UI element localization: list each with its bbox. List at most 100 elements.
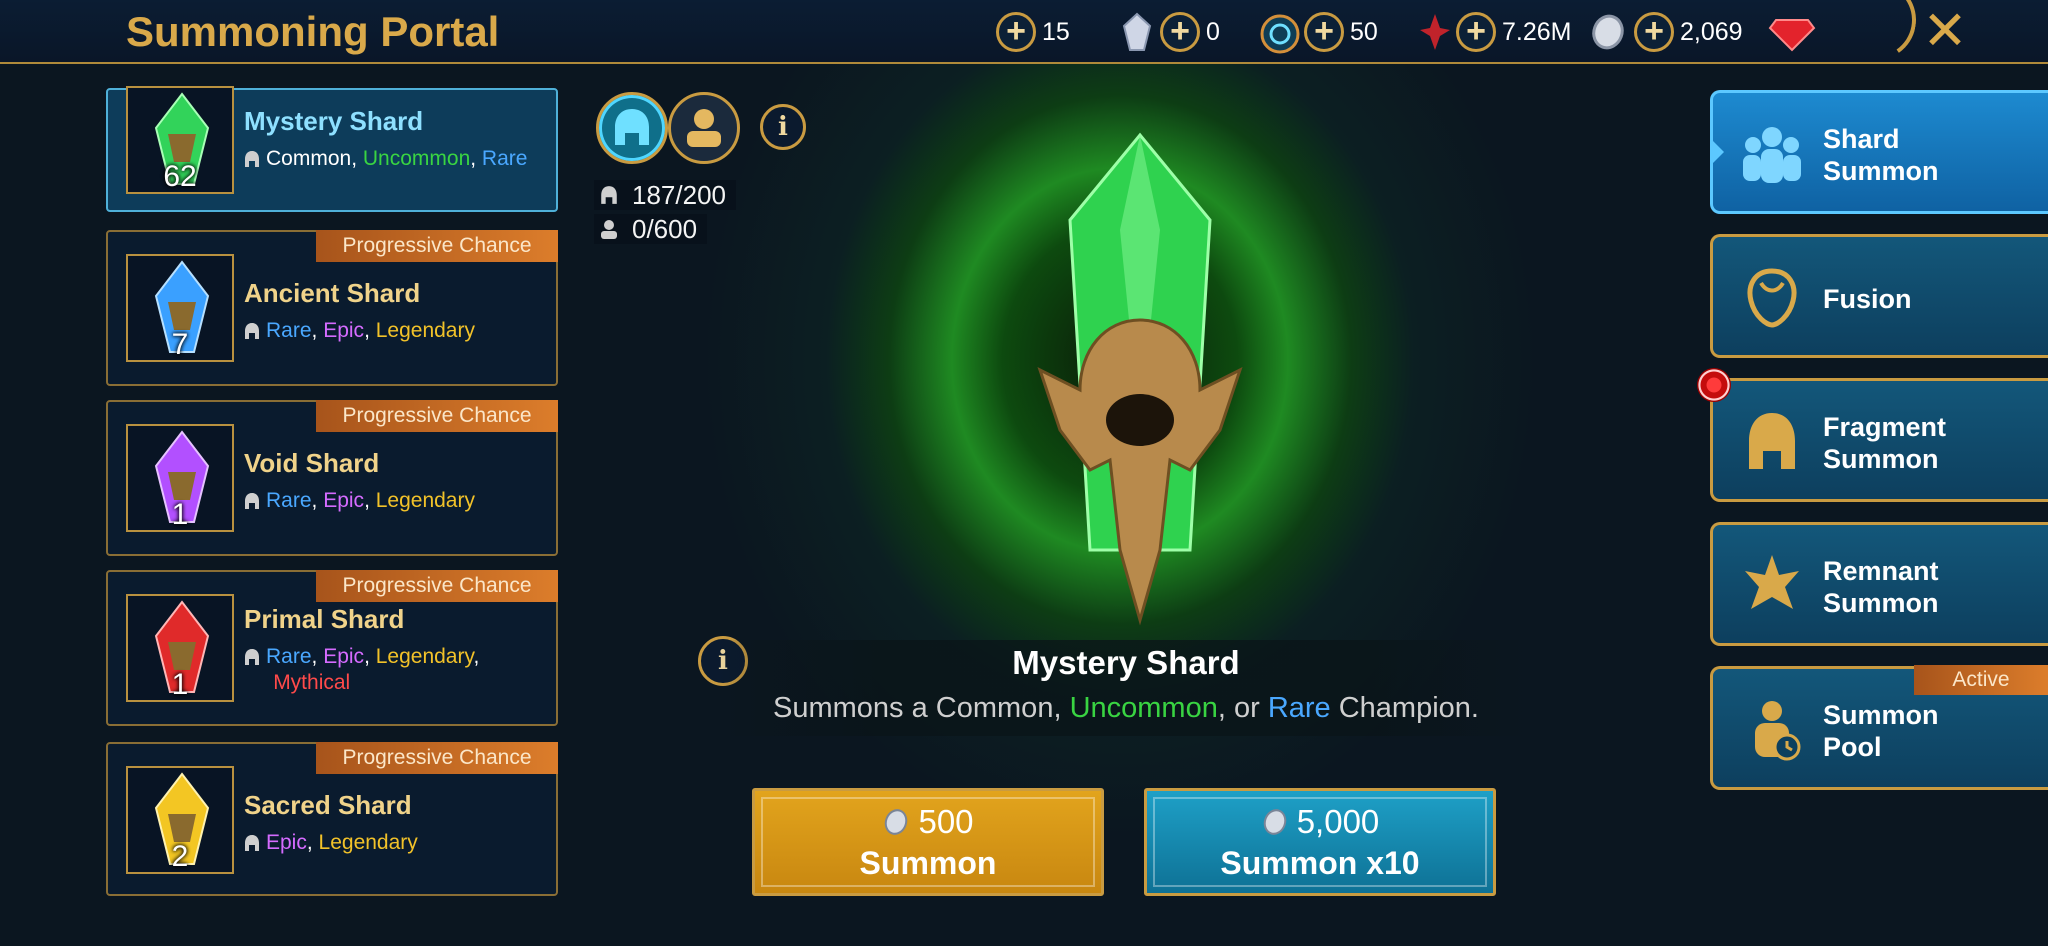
- menu-label-line2: Pool: [1823, 732, 1882, 762]
- rarity-legendary: Legendary: [375, 645, 474, 668]
- champion-helm-icon: [245, 323, 259, 339]
- desc-rare: Rare: [1267, 692, 1331, 724]
- summon-x10-label: Summon x10: [1220, 845, 1420, 881]
- portal-icon: [1260, 14, 1300, 54]
- add-currency-button[interactable]: +: [1304, 12, 1344, 52]
- champion-helm-icon: [245, 151, 259, 167]
- summon-cost-value: 500: [918, 803, 974, 840]
- summon-pool-icon: [1755, 701, 1801, 761]
- user-download-icon: [687, 109, 721, 147]
- shard-count: 2: [171, 840, 189, 873]
- rarity-legendary: Legendary: [375, 319, 475, 342]
- shard-rarities: Rare, Epic, Legendary: [244, 318, 544, 344]
- info-button[interactable]: i: [760, 104, 806, 150]
- rarity-legendary: Legendary: [375, 489, 475, 512]
- menu-label-line1: Fragment: [1823, 412, 1947, 442]
- menu-fragment-summon[interactable]: Fragment Summon: [1710, 378, 2048, 502]
- menu-summon-pool[interactable]: Active Summon Pool: [1710, 665, 2048, 790]
- currency-value: 0: [1206, 17, 1220, 46]
- shard-thumbnail: 1: [126, 424, 234, 532]
- add-currency-button[interactable]: +: [1456, 12, 1496, 52]
- corner-ornament: [1829, 0, 1923, 67]
- menu-shard-summon[interactable]: Shard Summon: [1710, 90, 2048, 214]
- menu-fusion[interactable]: Fusion: [1710, 234, 2048, 358]
- menu-label-line1: Fusion: [1823, 284, 1912, 314]
- shard-title: Mystery Shard: [1012, 644, 1240, 681]
- champion-mode-toggle[interactable]: [596, 92, 668, 164]
- mystery-shard-crystal-icon: [1037, 132, 1243, 626]
- shard-thumbnail: 2: [126, 766, 234, 874]
- shard-thumbnail: 7: [126, 254, 234, 362]
- fusion-icon: [1747, 268, 1797, 328]
- currency-value: 7.26M: [1502, 17, 1572, 46]
- currency-value: 50: [1350, 17, 1378, 46]
- menu-label: Shard Summon: [1823, 123, 1939, 187]
- menu-label-line1: Remnant: [1823, 556, 1939, 586]
- progressive-chance-badge: Progressive Chance: [316, 400, 558, 432]
- champion-counter: 187/200: [594, 180, 736, 210]
- shard-rarities: Common, Uncommon, Rare: [244, 146, 544, 172]
- summon-button[interactable]: 500 Summon: [752, 788, 1104, 896]
- menu-label-line2: Summon: [1823, 588, 1939, 618]
- add-currency-button[interactable]: +: [1634, 12, 1674, 52]
- rarity-rare: Rare: [266, 319, 312, 342]
- shard-name: Sacred Shard: [244, 790, 412, 820]
- rarity-epic: Epic: [266, 831, 307, 854]
- shard-thumbnail: 1: [126, 594, 234, 702]
- remnant-icon: [1745, 555, 1799, 609]
- currency-energy: + 0: [1160, 10, 1300, 54]
- champion-helm-icon: [245, 649, 259, 665]
- shard-name: Ancient Shard: [244, 278, 421, 308]
- hero-count: 0/600: [632, 213, 698, 244]
- menu-label-line2: Summon: [1823, 156, 1939, 186]
- shard-name: Primal Shard: [244, 604, 405, 634]
- silver-coin-icon: [1263, 809, 1286, 835]
- rarity-epic: Epic: [323, 319, 365, 342]
- shard-card-primal[interactable]: Progressive Chance 1 Primal Shard Rare, …: [106, 570, 558, 726]
- currency-gems: + 2,069: [1634, 10, 1816, 54]
- progressive-chance-badge: Progressive Chance: [316, 570, 558, 602]
- shard-description-panel: Mystery Shard Summons a Common, Uncommon…: [716, 640, 1536, 736]
- shard-rarities: Epic, Legendary: [244, 830, 544, 856]
- rarity-mythical: Mythical: [273, 671, 351, 694]
- shard-card-ancient[interactable]: Progressive Chance 7 Ancient Shard Rare,…: [106, 230, 558, 386]
- rarity-legendary: Legendary: [318, 831, 418, 854]
- rarity-rare: Rare: [266, 489, 312, 512]
- champions-icon: [1743, 127, 1801, 183]
- desc-mid: , or: [1217, 692, 1268, 724]
- summon-cost: 500: [755, 803, 1101, 841]
- shard-card-sacred[interactable]: Progressive Chance 2 Sacred Shard Epic, …: [106, 742, 558, 896]
- menu-label: Remnant Summon: [1823, 555, 1939, 619]
- currency-tokens: + 50: [1304, 10, 1450, 54]
- menu-label: Fragment Summon: [1823, 411, 1946, 475]
- crystal-icon: [1122, 12, 1152, 51]
- add-currency-button[interactable]: +: [1160, 12, 1200, 52]
- desc-suffix: Champion.: [1330, 692, 1479, 724]
- menu-label-line1: Shard: [1823, 124, 1900, 154]
- summon-x10-cost: 5,000: [1147, 803, 1493, 841]
- top-bar: Summoning Portal + 15 + 0 + 50 + 7.26M +…: [0, 0, 2048, 67]
- menu-remnant-summon[interactable]: Remnant Summon: [1710, 522, 2048, 646]
- page-title: Summoning Portal: [126, 8, 500, 55]
- rarity-rare: Rare: [266, 645, 312, 668]
- close-button[interactable]: ✕: [1920, 4, 1970, 58]
- shard-count: 1: [171, 668, 189, 701]
- helm-download-icon: [615, 109, 649, 145]
- summon-x10-button[interactable]: 5,000 Summon x10: [1144, 788, 1496, 896]
- active-badge: Active: [1914, 665, 2048, 695]
- shard-name: Void Shard: [244, 448, 380, 478]
- progressive-chance-badge: Progressive Chance: [316, 230, 558, 262]
- rarity-rare: Rare: [481, 147, 528, 170]
- silver-coin-icon: [1592, 14, 1624, 50]
- shard-card-void[interactable]: Progressive Chance 1 Void Shard Rare, Ep…: [106, 400, 558, 556]
- currency-silver: + 7.26M: [1456, 10, 1624, 54]
- champion-helm-icon: [601, 186, 617, 204]
- add-currency-button[interactable]: +: [996, 12, 1036, 52]
- shard-card-mystery[interactable]: 62 Mystery Shard Common, Uncommon, Rare: [106, 86, 558, 212]
- desc-uncommon: Uncommon: [1069, 692, 1218, 724]
- shard-count: 62: [163, 160, 197, 193]
- silver-coin-icon: [885, 809, 908, 835]
- shard-rarities: Rare, Epic, Legendary: [244, 488, 544, 514]
- notification-dot: [1697, 368, 1731, 402]
- hero-mode-toggle[interactable]: [668, 92, 740, 164]
